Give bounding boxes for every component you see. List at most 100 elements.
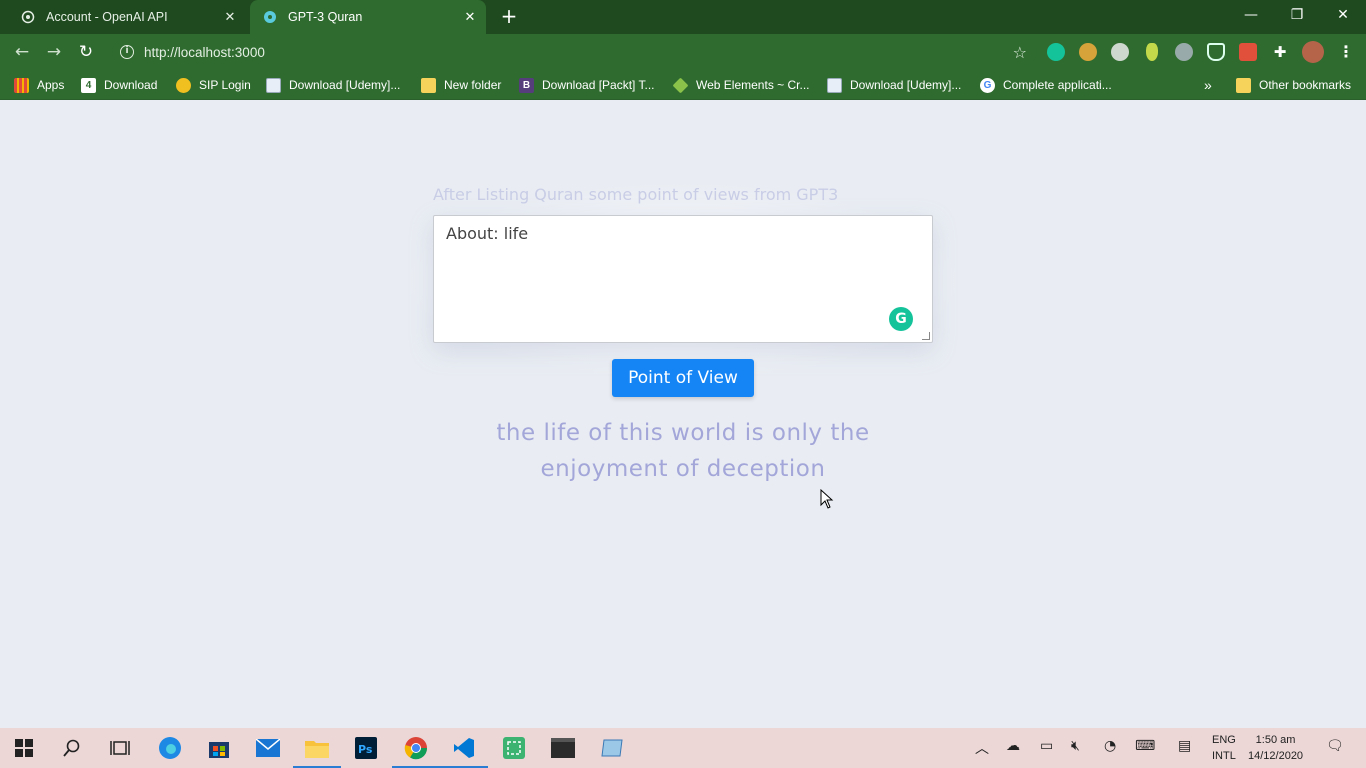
minimize-button[interactable]: — [1228, 0, 1274, 30]
photoshop-icon[interactable]: Ps [354, 736, 378, 760]
tab-openai-account[interactable]: Account - OpenAI API ✕ [8, 0, 246, 34]
bookmark-label: SIP Login [199, 78, 251, 92]
site-info-icon[interactable]: i [120, 45, 134, 59]
windows-taskbar: Ps ︿ ☁ ▭ 🔇︎ ◔ ⌨ ▤ ENG INTL 1:50 am 14/12… [0, 728, 1366, 768]
browser-toolbar: ← → ↻ i http://localhost:3000 ☆ ✚ ⋮ [0, 34, 1366, 70]
google-icon: G [980, 77, 995, 93]
bookmarks-bar: Apps 4 Download SIP Login Download [Udem… [0, 70, 1366, 100]
input-language-indicator[interactable]: ENG INTL [1212, 732, 1236, 764]
close-window-button[interactable]: ✕ [1320, 0, 1366, 30]
tab-gpt3-quran[interactable]: GPT-3 Quran ✕ [250, 0, 486, 34]
overflow-chevron-icon: » [1204, 77, 1212, 93]
extension-icon[interactable] [1146, 43, 1158, 61]
windows-start-icon[interactable] [12, 736, 36, 760]
about-textarea[interactable]: About: life G [433, 215, 933, 343]
task-view-icon[interactable] [108, 736, 132, 760]
textarea-value[interactable]: About: life [446, 224, 528, 243]
reload-icon[interactable]: ↻ [74, 41, 98, 63]
browser-tab-strip: Account - OpenAI API ✕ GPT-3 Quran ✕ + —… [0, 0, 1366, 34]
bookmark-label: Complete applicati... [1003, 78, 1112, 92]
extension-icon[interactable] [1175, 43, 1193, 61]
bookmark-star-icon[interactable]: ☆ [1013, 43, 1027, 62]
result-line: enjoyment of deception [540, 456, 826, 482]
bookmark-label: Download [Udemy]... [289, 78, 401, 92]
bookmark-label: Download [Udemy]... [850, 78, 962, 92]
terminal-icon[interactable] [551, 736, 575, 760]
openai-icon [20, 9, 36, 25]
bookmark-label: Apps [37, 78, 65, 92]
extension-icon[interactable] [1111, 43, 1129, 61]
volume-muted-icon[interactable]: 🔇︎ [1071, 738, 1080, 754]
bookmark-other-bookmarks[interactable]: Other bookmarks [1236, 76, 1351, 94]
puzzle-extensions-icon[interactable]: ✚ [1271, 43, 1289, 61]
new-tab-button[interactable]: + [498, 6, 520, 28]
bookmark-web-elements[interactable]: Web Elements ~ Cr... [672, 76, 810, 94]
bookmark-label: Download [104, 78, 158, 92]
edge-browser-icon[interactable] [158, 736, 182, 760]
search-icon[interactable] [60, 736, 84, 760]
sip-icon [176, 77, 191, 93]
microsoft-store-icon[interactable] [207, 736, 231, 760]
extension-icon[interactable] [1239, 43, 1257, 61]
clock-date: 14/12/2020 [1248, 750, 1304, 762]
system-clock[interactable]: 1:50 am 14/12/2020 [1248, 732, 1303, 764]
page-icon [827, 77, 842, 93]
result-text: the life of this world is only the enjoy… [443, 415, 923, 487]
forward-arrow-icon[interactable]: → [42, 41, 66, 63]
tag-icon [672, 77, 689, 93]
page-heading: After Listing Quran some point of views … [433, 185, 839, 204]
onedrive-cloud-icon[interactable]: ☁ [1006, 738, 1020, 754]
restore-button[interactable]: ❐ [1274, 0, 1320, 30]
result-line: the life of this world is only the [496, 420, 870, 446]
grammarly-extension-icon[interactable] [1047, 43, 1065, 61]
point-of-view-button[interactable]: Point of View [612, 359, 754, 397]
download-site-icon: 4 [81, 77, 96, 93]
show-hidden-icons-chevron[interactable]: ︿ [975, 738, 989, 758]
react-icon [262, 9, 278, 25]
bookmark-new-folder[interactable]: New folder [421, 76, 501, 94]
bookmark-sip-login[interactable]: SIP Login [176, 76, 251, 94]
file-explorer-icon[interactable] [293, 736, 341, 768]
bookmark-label: Web Elements ~ Cr... [696, 78, 810, 92]
bookmark-label: New folder [444, 78, 502, 92]
app-icon[interactable] [600, 736, 624, 760]
bookmarks-overflow-chevron[interactable]: » [1204, 76, 1212, 94]
back-arrow-icon[interactable]: ← [10, 41, 34, 63]
battery-icon[interactable]: ▭ [1040, 738, 1053, 754]
page-icon [266, 77, 281, 93]
tablet-mode-icon[interactable]: ▤ [1178, 738, 1191, 754]
apps-grid-icon [14, 77, 29, 93]
bookmark-download-udemy-1[interactable]: Download [Udemy]... [266, 76, 400, 94]
bookmark-complete-application[interactable]: G Complete applicati... [980, 76, 1112, 94]
folder-icon [421, 77, 436, 93]
close-tab-icon[interactable]: ✕ [460, 9, 480, 25]
page-content: After Listing Quran some point of views … [0, 101, 1366, 728]
vscode-icon[interactable] [440, 736, 488, 768]
mouse-pointer-icon [820, 488, 834, 513]
menu-kebab-icon[interactable]: ⋮ [1338, 42, 1354, 61]
lang-code: ENG [1212, 734, 1236, 746]
shield-icon[interactable] [1207, 43, 1225, 61]
wifi-icon[interactable]: ◔ [1104, 738, 1116, 754]
bookmark-download-packt[interactable]: B Download [Packt] T... [519, 76, 655, 94]
bookmark-apps[interactable]: Apps [14, 76, 64, 94]
lang-layout: INTL [1212, 750, 1236, 762]
bookmark-download-udemy-2[interactable]: Download [Udemy]... [827, 76, 961, 94]
bookmark-download[interactable]: 4 Download [81, 76, 157, 94]
action-center-icon[interactable]: 🗨︎ [1326, 738, 1344, 754]
close-tab-icon[interactable]: ✕ [220, 9, 240, 25]
tab-title: GPT-3 Quran [288, 10, 363, 24]
avatar[interactable] [1302, 41, 1324, 63]
mail-icon[interactable] [256, 736, 280, 760]
resize-handle-icon[interactable] [922, 332, 930, 340]
screen-capture-icon[interactable] [502, 736, 526, 760]
extension-icon[interactable] [1079, 43, 1097, 61]
folder-icon [1236, 77, 1251, 93]
keyboard-icon[interactable]: ⌨ [1135, 738, 1155, 754]
grammarly-icon[interactable]: G [889, 307, 913, 331]
bookmark-label: Other bookmarks [1259, 78, 1352, 92]
tab-title: Account - OpenAI API [46, 10, 168, 24]
address-bar[interactable]: i http://localhost:3000 ☆ [112, 39, 1037, 65]
chrome-icon[interactable] [392, 736, 440, 768]
url-text[interactable]: http://localhost:3000 [144, 45, 1013, 60]
